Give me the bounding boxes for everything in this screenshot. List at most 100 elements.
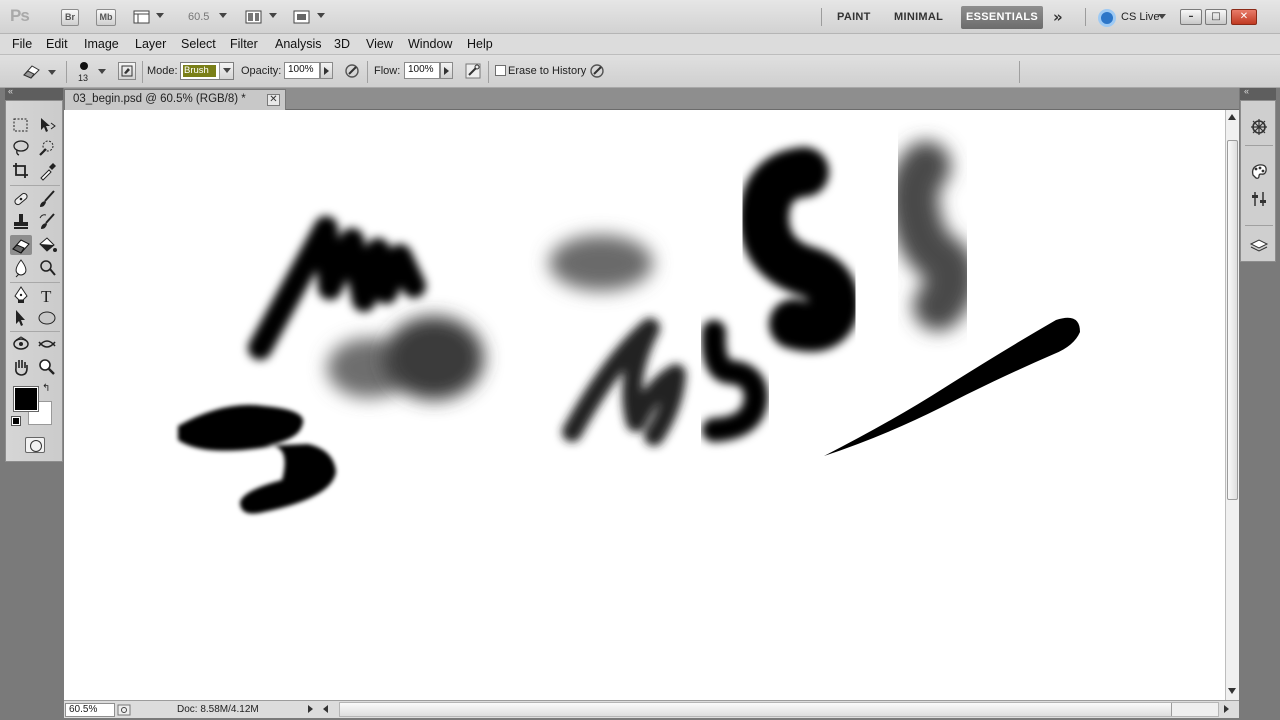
shape-tool[interactable] bbox=[36, 308, 58, 328]
mode-select[interactable]: Brush bbox=[180, 62, 234, 80]
brush-panel-toggle[interactable] bbox=[118, 62, 136, 80]
default-colors-icon[interactable] bbox=[11, 416, 21, 426]
airbrush-icon[interactable] bbox=[465, 63, 481, 79]
layers-icon[interactable] bbox=[1249, 235, 1269, 255]
zoom-field[interactable]: 60.5% bbox=[65, 703, 115, 717]
launch-minibridge-button[interactable]: Mb bbox=[96, 9, 116, 26]
document-tab[interactable]: 03_begin.psd @ 60.5% (RGB/8) * ✕ bbox=[64, 89, 286, 110]
minimize-window-button[interactable]: – bbox=[1180, 9, 1202, 25]
eraser-tool[interactable] bbox=[10, 235, 32, 255]
document-canvas[interactable] bbox=[64, 110, 1225, 700]
close-window-button[interactable]: ✕ bbox=[1231, 9, 1257, 25]
vertical-scrollbar[interactable] bbox=[1225, 110, 1239, 700]
horizontal-scrollbar[interactable] bbox=[339, 702, 1219, 717]
3d-orbit-tool[interactable] bbox=[36, 334, 58, 354]
more-workspaces-icon[interactable]: » bbox=[1053, 8, 1063, 26]
clone-stamp-tool[interactable] bbox=[10, 212, 32, 232]
brush-tool[interactable] bbox=[36, 189, 58, 209]
foreground-color-swatch[interactable] bbox=[13, 386, 39, 412]
path-selection-tool[interactable] bbox=[10, 308, 32, 328]
scroll-right-icon[interactable] bbox=[1224, 705, 1229, 713]
document-info-icon[interactable] bbox=[117, 704, 131, 716]
zoom-tool[interactable] bbox=[36, 357, 58, 377]
menu-window[interactable]: Window bbox=[408, 37, 452, 51]
opacity-field[interactable]: 100% bbox=[284, 62, 320, 79]
menu-analysis[interactable]: Analysis bbox=[275, 37, 322, 51]
flow-slider-button[interactable] bbox=[440, 62, 453, 79]
eyedropper-tool[interactable] bbox=[36, 161, 58, 181]
opacity-slider-button[interactable] bbox=[320, 62, 333, 79]
black-s-stroke bbox=[739, 147, 860, 352]
flow-field[interactable]: 100% bbox=[404, 62, 440, 79]
quick-selection-tool[interactable] bbox=[36, 138, 58, 158]
chevron-down-icon bbox=[219, 13, 227, 18]
dark-gray-brush-blob bbox=[384, 316, 484, 400]
menu-edit[interactable]: Edit bbox=[46, 37, 68, 51]
close-icon[interactable]: ✕ bbox=[267, 94, 280, 106]
vertical-scroll-thumb[interactable] bbox=[1227, 140, 1238, 500]
scroll-up-icon[interactable] bbox=[1228, 114, 1236, 120]
chevron-right-icon bbox=[444, 67, 449, 75]
workspace-paint-button[interactable]: PAINT bbox=[837, 11, 871, 23]
expand-arrows-icon: « bbox=[1244, 86, 1250, 96]
blur-tool[interactable] bbox=[10, 258, 32, 278]
brush-panel-icon bbox=[121, 65, 133, 77]
workspace-minimal-button[interactable]: MINIMAL bbox=[894, 11, 943, 23]
arrange-documents-button[interactable] bbox=[245, 9, 279, 26]
menu-filter[interactable]: Filter bbox=[230, 37, 258, 51]
quick-selection-icon bbox=[39, 140, 54, 156]
scroll-left-icon[interactable] bbox=[323, 705, 328, 713]
menu-help[interactable]: Help bbox=[467, 37, 493, 51]
lasso-icon bbox=[13, 140, 29, 156]
spot-healing-tool[interactable] bbox=[10, 189, 32, 209]
paint-bucket-tool[interactable] bbox=[36, 235, 58, 255]
restore-window-button[interactable]: □ bbox=[1205, 9, 1227, 25]
view-extras-button[interactable] bbox=[133, 9, 167, 26]
menu-layer[interactable]: Layer bbox=[135, 37, 166, 51]
navigator-icon[interactable] bbox=[1249, 117, 1269, 137]
screen-mode-button[interactable] bbox=[293, 9, 327, 26]
eraser-icon bbox=[12, 239, 30, 254]
status-menu-arrow-icon[interactable] bbox=[308, 705, 313, 713]
zoom-level-dropdown[interactable]: 60.5 bbox=[188, 11, 209, 23]
menu-image[interactable]: Image bbox=[84, 37, 119, 51]
dodge-tool[interactable] bbox=[36, 258, 58, 278]
chevron-down-icon bbox=[156, 13, 164, 18]
menu-3d[interactable]: 3D bbox=[334, 37, 350, 51]
tablet-pressure-opacity-icon[interactable] bbox=[344, 63, 360, 79]
scroll-down-icon[interactable] bbox=[1228, 688, 1236, 694]
view-extras-icon bbox=[133, 10, 150, 24]
marquee-tool[interactable] bbox=[10, 115, 32, 135]
quick-mask-button[interactable] bbox=[25, 437, 45, 453]
lasso-tool[interactable] bbox=[10, 138, 32, 158]
color-icon[interactable] bbox=[1249, 161, 1269, 181]
menu-file[interactable]: File bbox=[12, 37, 32, 51]
swap-colors-icon[interactable]: ↰ bbox=[42, 383, 50, 394]
chevron-down-icon bbox=[223, 68, 231, 73]
menu-view[interactable]: View bbox=[366, 37, 393, 51]
cs-live-menu[interactable]: CS Live bbox=[1121, 11, 1160, 23]
type-tool[interactable]: T bbox=[36, 285, 58, 305]
3d-rotate-tool[interactable] bbox=[10, 334, 32, 354]
history-brush-tool[interactable] bbox=[36, 212, 58, 232]
cs-live-icon[interactable] bbox=[1098, 9, 1116, 27]
brush-preset-picker[interactable]: 13 bbox=[74, 59, 108, 85]
move-tool[interactable] bbox=[36, 115, 58, 135]
tools-panel: T ↰ bbox=[5, 100, 63, 462]
hand-tool[interactable] bbox=[10, 357, 32, 377]
erase-to-history-checkbox[interactable] bbox=[495, 65, 506, 76]
tool-preset-picker[interactable] bbox=[18, 61, 58, 81]
dock-header[interactable]: « bbox=[1240, 86, 1276, 100]
crop-tool[interactable] bbox=[10, 161, 32, 181]
launch-bridge-button[interactable]: Br bbox=[61, 9, 79, 26]
soft-black-scribble bbox=[701, 320, 768, 442]
toolbox-header[interactable]: « bbox=[5, 86, 63, 100]
menu-select[interactable]: Select bbox=[181, 37, 216, 51]
horizontal-scroll-thumb[interactable] bbox=[340, 703, 1172, 716]
tablet-pressure-size-icon[interactable] bbox=[589, 63, 605, 79]
mode-label: Mode: bbox=[147, 65, 178, 77]
screen-mode-icon bbox=[293, 10, 310, 24]
workspace-essentials-button[interactable]: ESSENTIALS bbox=[961, 6, 1043, 29]
adjustments-icon[interactable] bbox=[1249, 189, 1269, 209]
pen-tool[interactable] bbox=[10, 285, 32, 305]
